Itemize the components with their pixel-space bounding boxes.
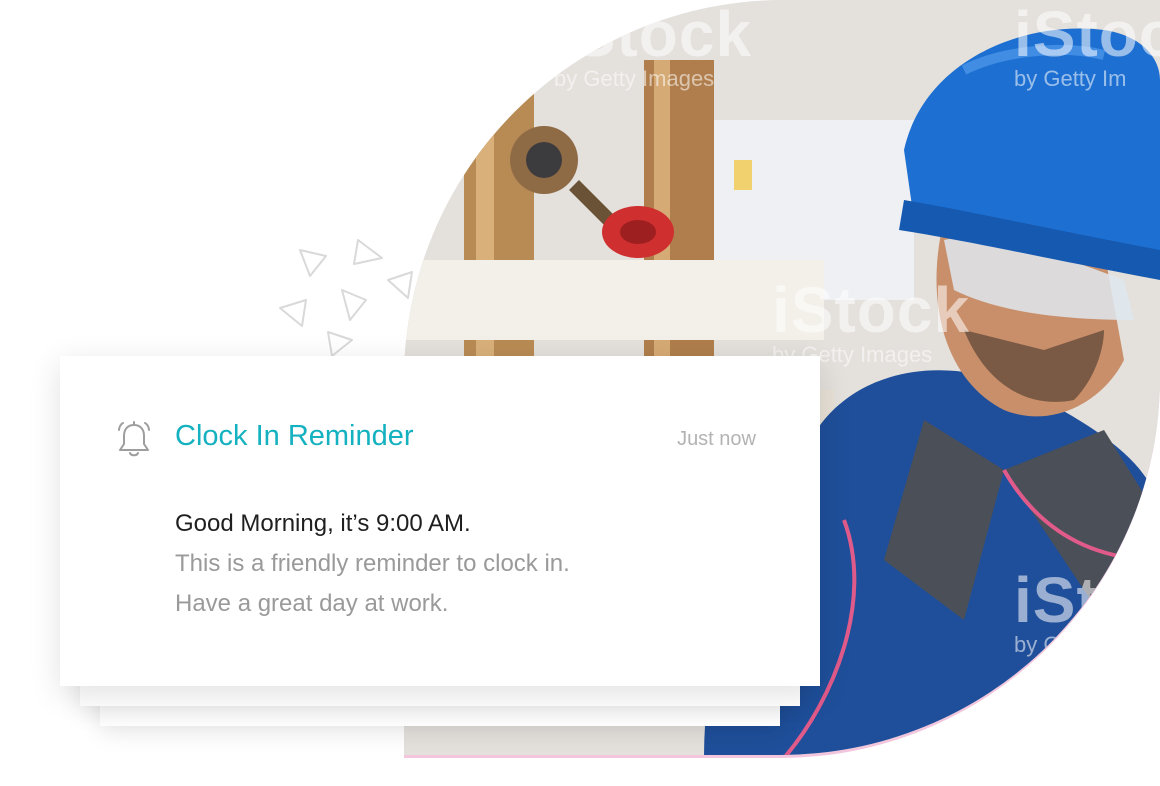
notification-card[interactable]: Clock In Reminder Just now Good Morning,…: [60, 356, 820, 686]
bell-icon: [118, 421, 150, 457]
notification-greeting: Good Morning, it’s 9:00 AM.: [175, 510, 471, 537]
notification-message-line: Have a great day at work.: [175, 590, 449, 617]
notification-title: Clock In Reminder: [175, 420, 414, 452]
promo-stage: iStock by Getty Images iStock by Getty I…: [0, 0, 1160, 786]
notification-timestamp: Just now: [677, 428, 756, 450]
notification-body: Good Morning, it’s 9:00 AM. This is a fr…: [175, 504, 570, 624]
notification-message-line: This is a friendly reminder to clock in.: [175, 550, 570, 577]
